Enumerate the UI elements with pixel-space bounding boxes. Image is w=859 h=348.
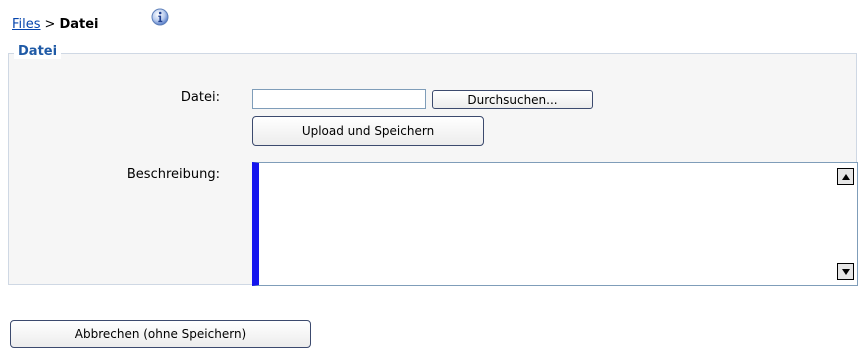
page-title: Datei: [59, 17, 99, 32]
description-label: Beschreibung:: [126, 167, 220, 182]
scroll-up-button[interactable]: [837, 168, 854, 185]
arrow-up-icon: [841, 173, 850, 180]
breadcrumb-link-files[interactable]: Files: [12, 17, 41, 32]
browse-button[interactable]: Durchsuchen...: [432, 90, 593, 109]
cancel-button[interactable]: Abbrechen (ohne Speichern): [10, 320, 311, 348]
file-label: Datei:: [180, 90, 220, 105]
scroll-down-button[interactable]: [837, 263, 854, 280]
upload-and-save-button[interactable]: Upload und Speichern: [252, 116, 484, 146]
info-icon[interactable]: [151, 8, 169, 26]
description-textarea[interactable]: [252, 162, 858, 286]
breadcrumb: Files > Datei: [12, 17, 99, 32]
fieldset-legend: Datei: [14, 44, 62, 59]
breadcrumb-separator: >: [44, 17, 56, 32]
arrow-down-icon: [841, 268, 850, 275]
file-path-input[interactable]: [252, 89, 426, 109]
